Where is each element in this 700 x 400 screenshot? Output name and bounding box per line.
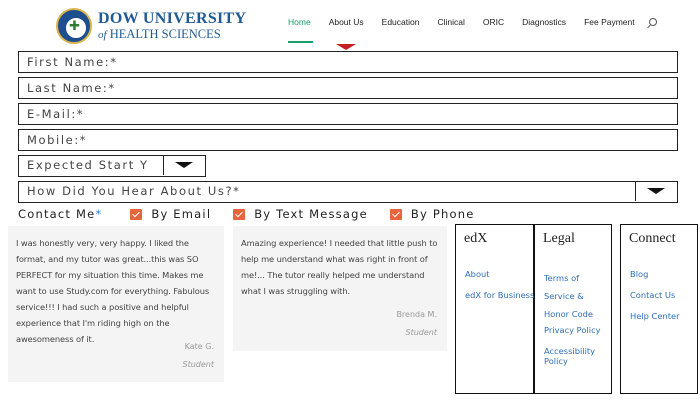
footer-link-accessibility-policy[interactable]: Accessibility Policy bbox=[544, 346, 610, 366]
university-seal-icon bbox=[56, 8, 92, 44]
expected-start-toggle[interactable] bbox=[163, 156, 205, 175]
nav-fee-payment[interactable]: Fee Payment bbox=[584, 17, 635, 27]
footer-link-edx-for-business[interactable]: edX for Business bbox=[465, 290, 534, 300]
testimonial-card: I was honestly very, very happy. I liked… bbox=[8, 226, 224, 382]
nav-clinical[interactable]: Clinical bbox=[437, 17, 464, 27]
footer-link-blog[interactable]: Blog bbox=[630, 269, 679, 279]
search-icon[interactable] bbox=[648, 18, 657, 26]
testimonial-quote: Amazing experience! I needed that little… bbox=[241, 238, 438, 296]
footer-heading-legal: Legal bbox=[543, 231, 575, 246]
nav-education[interactable]: Education bbox=[382, 17, 420, 27]
expected-start-value: Expected Start Y bbox=[27, 158, 149, 172]
nav-about-us[interactable]: About Us bbox=[329, 17, 364, 27]
by-text-label: By Text Message bbox=[254, 207, 368, 221]
university-logo[interactable]: DOW UNIVERSITY of HEALTH SCIENCES bbox=[56, 6, 246, 46]
contact-by-email-option[interactable]: By Email bbox=[130, 207, 211, 221]
footer-heading-connect: Connect bbox=[629, 231, 676, 246]
footer-heading-edx: edX bbox=[464, 231, 488, 246]
footer-link-about[interactable]: About bbox=[465, 269, 534, 279]
contact-by-text-option[interactable]: By Text Message bbox=[233, 207, 368, 221]
testimonial-quote: I was honestly very, very happy. I liked… bbox=[16, 238, 210, 344]
by-email-label: By Email bbox=[151, 207, 212, 221]
nav-home[interactable]: Home bbox=[288, 17, 313, 43]
by-text-checkbox[interactable] bbox=[233, 208, 246, 220]
footer-links-edx: About edX for Business bbox=[465, 269, 534, 311]
site-header: DOW UNIVERSITY of HEALTH SCIENCES Home A… bbox=[0, 0, 700, 50]
main-nav: Home About Us Education Clinical ORIC Di… bbox=[288, 17, 657, 43]
chevron-down-icon bbox=[175, 162, 193, 168]
logo-line-1: DOW UNIVERSITY bbox=[98, 9, 247, 27]
logo-of: of bbox=[98, 28, 107, 41]
footer-link-privacy-policy[interactable]: Privacy Policy bbox=[544, 325, 610, 335]
expected-start-select[interactable]: Expected Start Y bbox=[18, 155, 206, 177]
contact-me-text: Contact Me bbox=[18, 207, 96, 221]
hear-about-select[interactable]: How Did You Hear About Us?* bbox=[18, 181, 678, 203]
required-mark: * bbox=[95, 207, 103, 221]
by-phone-label: By Phone bbox=[410, 207, 475, 221]
last-name-field[interactable] bbox=[18, 77, 678, 99]
dropdown-caret-icon bbox=[336, 44, 356, 50]
contact-me-label: Contact Me* bbox=[18, 207, 102, 221]
footer-link-help-center[interactable]: Help Center bbox=[630, 311, 679, 321]
footer-links-connect: Blog Contact Us Help Center bbox=[630, 269, 679, 332]
nav-diagnostics[interactable]: Diagnostics bbox=[522, 17, 566, 27]
logo-text: DOW UNIVERSITY of HEALTH SCIENCES bbox=[98, 9, 247, 42]
contact-by-phone-option[interactable]: By Phone bbox=[389, 207, 475, 221]
testimonial-card: Amazing experience! I needed that little… bbox=[233, 226, 447, 351]
by-phone-checkbox[interactable] bbox=[389, 208, 402, 220]
hear-about-value: How Did You Hear About Us?* bbox=[27, 184, 241, 198]
logo-line-2: of HEALTH SCIENCES bbox=[98, 26, 246, 42]
hear-about-toggle[interactable] bbox=[635, 182, 677, 201]
testimonial-role: Student bbox=[182, 360, 215, 369]
testimonial-author: Brenda M. bbox=[396, 310, 437, 319]
testimonial-author: Kate G. bbox=[184, 342, 214, 351]
first-name-field[interactable] bbox=[18, 51, 678, 73]
footer-column-connect: Connect Blog Contact Us Help Center bbox=[620, 224, 698, 394]
nav-oric[interactable]: ORIC bbox=[483, 17, 504, 27]
logo-line-2-text: HEALTH SCIENCES bbox=[109, 26, 221, 41]
email-field[interactable] bbox=[18, 103, 678, 125]
footer-links-legal: Terms of Service & Honor Code Privacy Po… bbox=[544, 269, 610, 377]
testimonial-role: Student bbox=[405, 328, 438, 337]
footer-column-edx: edX About edX for Business bbox=[455, 224, 534, 394]
footer-column-legal: Legal Terms of Service & Honor Code Priv… bbox=[534, 224, 612, 394]
contact-me-group: Contact Me* By Email By Text Message By … bbox=[18, 206, 474, 222]
footer-link-terms-of-service[interactable]: Terms of Service & Honor Code bbox=[544, 269, 610, 323]
chevron-down-icon bbox=[647, 188, 665, 194]
mobile-field[interactable] bbox=[18, 129, 678, 151]
footer-link-contact-us[interactable]: Contact Us bbox=[630, 290, 679, 300]
by-email-checkbox[interactable] bbox=[130, 208, 143, 220]
